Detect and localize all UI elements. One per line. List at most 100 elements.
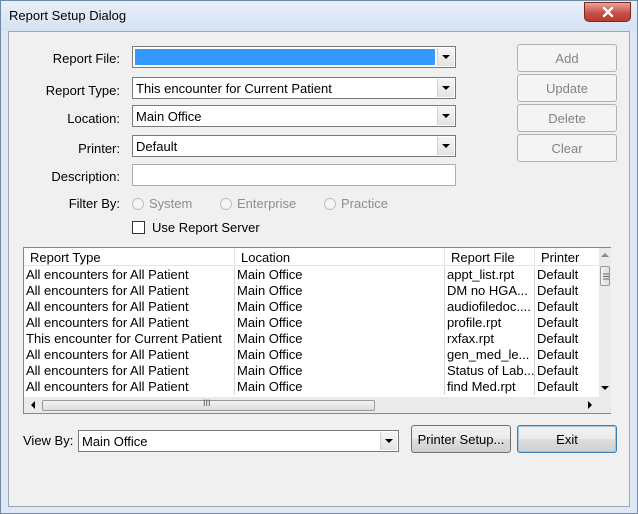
column-header-printer[interactable]: Printer	[535, 248, 599, 266]
use-report-server-checkbox[interactable]: Use Report Server	[132, 220, 260, 235]
filter-by-label: Filter By:	[68, 196, 120, 211]
table-cell: profile.rpt	[445, 315, 535, 331]
table-cell: Main Office	[235, 347, 445, 363]
table-cell: Default	[537, 267, 579, 282]
table-cell: All encounters for All Patient	[24, 315, 235, 331]
table-cell: All encounters for All Patient	[24, 363, 235, 379]
report-type-dropdown-button[interactable]	[437, 79, 454, 97]
table-cell: All encounters for All Patient	[24, 267, 235, 283]
column-header-location[interactable]: Location	[235, 248, 445, 266]
table-row[interactable]: All encounters for All Patient Main Offic…	[24, 379, 599, 395]
horizontal-scrollbar[interactable]: III	[24, 397, 599, 413]
report-file-dropdown-button[interactable]	[437, 48, 454, 66]
report-list[interactable]: Report Type Location Report File Printer…	[23, 247, 611, 414]
table-cell: Default	[537, 331, 579, 346]
table-cell: All encounters for All Patient	[24, 299, 235, 315]
printer-setup-button[interactable]: Printer Setup...	[411, 425, 511, 453]
table-cell: Status of Lab...	[447, 363, 535, 379]
location-label: Location:	[67, 111, 120, 126]
table-cell: Main Office	[235, 331, 445, 347]
table-row[interactable]: All encounters for All Patient Main Offic…	[24, 347, 599, 363]
radio-icon	[324, 197, 336, 210]
table-cell: This encounter for Current Patient	[24, 331, 235, 347]
location-dropdown-button[interactable]	[437, 107, 454, 125]
report-type-label: Report Type:	[45, 83, 120, 98]
report-setup-dialog: Report Setup Dialog Report File: Report …	[0, 0, 638, 514]
table-cell: Default	[537, 283, 579, 298]
table-cell: Main Office	[235, 315, 445, 331]
delete-button[interactable]: Delete	[517, 104, 617, 132]
filter-radio-enterprise[interactable]: Enterprise	[220, 196, 296, 211]
view-by-label: View By:	[23, 433, 74, 448]
table-cell: Default	[537, 363, 579, 378]
chevron-down-icon	[442, 55, 450, 59]
grip-icon	[603, 273, 609, 280]
table-row[interactable]: All encounters for All Patient Main Offic…	[24, 283, 599, 299]
chevron-down-icon	[442, 86, 450, 90]
printer-value: Default	[136, 139, 178, 154]
report-file-select[interactable]	[132, 46, 456, 68]
filter-radio-practice-label: Practice	[341, 196, 388, 211]
vertical-scrollbar[interactable]	[599, 248, 611, 397]
checkbox-icon	[132, 221, 145, 234]
table-cell: Main Office	[235, 363, 445, 379]
chevron-down-icon	[442, 144, 450, 148]
list-header: Report Type Location Report File Printer	[24, 248, 599, 266]
table-cell: Main Office	[235, 283, 445, 299]
report-type-value: This encounter for Current Patient	[136, 81, 332, 96]
filter-radio-system[interactable]: System	[132, 196, 192, 211]
report-file-label: Report File:	[52, 51, 120, 66]
location-value: Main Office	[136, 109, 202, 124]
location-select[interactable]: Main Office	[132, 105, 456, 127]
scroll-left-icon[interactable]	[30, 401, 36, 409]
horizontal-scroll-thumb[interactable]: III	[42, 398, 375, 411]
table-cell: audiofiledoc....	[445, 299, 535, 315]
view-by-value: Main Office	[82, 434, 148, 449]
filter-radio-enterprise-label: Enterprise	[237, 196, 297, 211]
description-input[interactable]	[132, 164, 456, 186]
close-icon	[602, 6, 613, 18]
add-button[interactable]: Add	[517, 44, 617, 72]
table-cell: Main Office	[235, 267, 445, 283]
scrollbar-corner	[599, 397, 611, 413]
table-cell: Main Office	[235, 299, 445, 315]
dialog-body: Report File: Report Type: This encounter…	[8, 31, 630, 507]
vertical-scroll-thumb[interactable]	[600, 266, 610, 286]
exit-button[interactable]: Exit	[517, 425, 617, 453]
column-header-report-type[interactable]: Report Type	[24, 248, 235, 266]
grip-icon: III	[203, 398, 211, 408]
close-button[interactable]	[584, 2, 631, 22]
printer-select[interactable]: Default	[132, 135, 456, 157]
table-cell: Default	[537, 347, 579, 362]
view-by-select[interactable]: Main Office	[78, 430, 399, 452]
table-cell: gen_med_le...	[445, 347, 535, 363]
window-title: Report Setup Dialog	[9, 8, 127, 23]
title-bar[interactable]: Report Setup Dialog	[1, 1, 637, 31]
table-cell: Default	[537, 299, 579, 314]
chevron-down-icon	[385, 439, 393, 443]
column-header-report-file[interactable]: Report File	[445, 248, 535, 266]
scroll-up-icon[interactable]	[601, 252, 609, 258]
radio-icon	[220, 197, 232, 210]
use-report-server-label: Use Report Server	[152, 220, 260, 235]
update-button[interactable]: Update	[517, 74, 617, 102]
chevron-down-icon	[442, 114, 450, 118]
clear-button[interactable]: Clear	[517, 134, 617, 162]
table-row[interactable]: All encounters for All Patient Main Offic…	[24, 299, 599, 315]
table-cell: DM no HGA...	[445, 283, 535, 299]
report-file-selection-highlight	[135, 49, 435, 65]
table-row[interactable]: All encounters for All Patient Main Offic…	[24, 315, 599, 331]
table-cell: find Med.rpt	[445, 379, 535, 395]
filter-radio-practice[interactable]: Practice	[324, 196, 388, 211]
table-cell: All encounters for All Patient	[24, 379, 235, 395]
scroll-down-icon[interactable]	[601, 385, 609, 391]
printer-dropdown-button[interactable]	[437, 137, 454, 155]
table-cell: rxfax.rpt	[445, 331, 535, 347]
view-by-dropdown-button[interactable]	[380, 432, 397, 450]
table-row[interactable]: All encounters for All Patient Main Offic…	[24, 363, 599, 379]
printer-label: Printer:	[78, 141, 120, 156]
table-row[interactable]: All encounters for All Patient Main Offic…	[24, 267, 599, 283]
report-type-select[interactable]: This encounter for Current Patient	[132, 77, 456, 99]
table-row[interactable]: This encounter for Current Patient Main O…	[24, 331, 599, 347]
scroll-right-icon[interactable]	[587, 401, 593, 409]
